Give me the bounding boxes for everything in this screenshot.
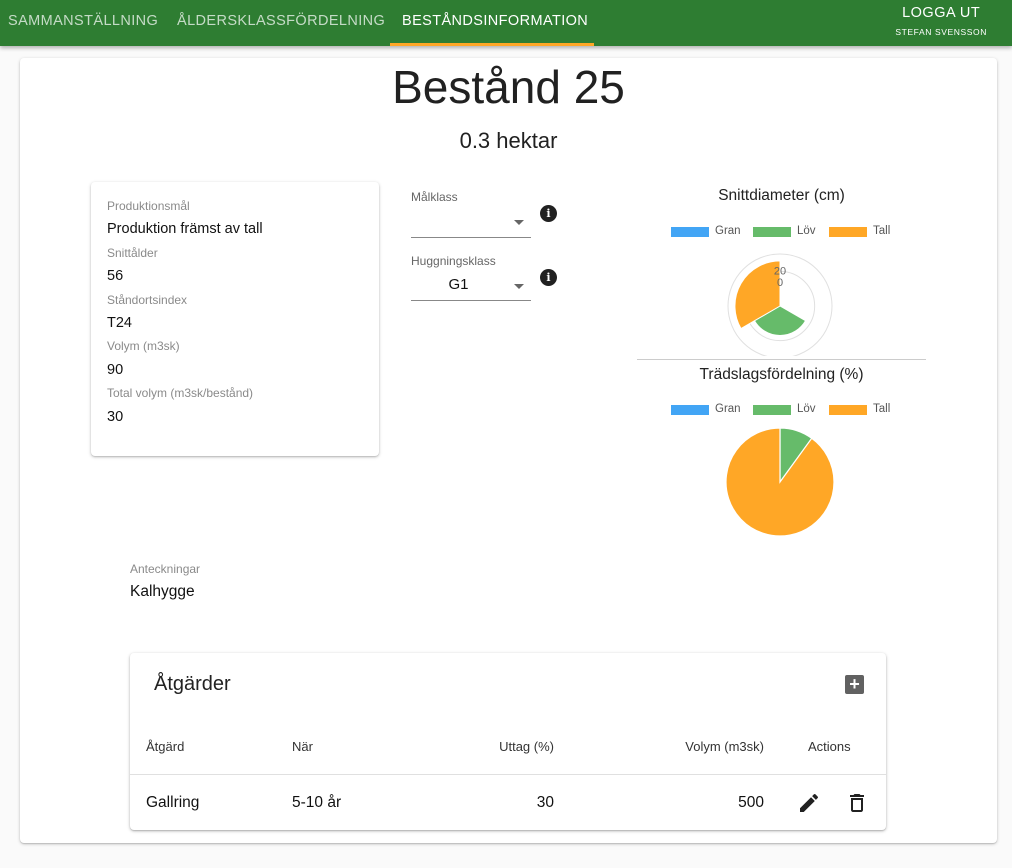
info-label-produktionsmal: Produktionsmål [107,199,190,213]
actions-title: Åtgärder [154,673,231,695]
column-header-atgard: Åtgärd [146,739,185,754]
malklass-underline [411,237,531,238]
info-icon[interactable]: i [540,269,557,286]
column-header-actions: Actions [808,739,851,754]
stand-area: 0.3 hektar [459,128,558,153]
column-header-volym: Volym (m3sk) [685,739,764,754]
stand-card: Bestånd 25 0.3 hektar Produktionsmål Pro… [20,58,997,843]
info-label-snittalder: Snittålder [107,246,158,260]
legend-label-tall: Tall [873,403,891,415]
chart-title-tradslagsfordelning: Trädslagsfördelning (%) [699,366,864,383]
actions-card: Åtgärder + Åtgärd När Uttag (%) Volym (m… [130,653,886,830]
malklass-label: Målklass [411,190,458,204]
polar-tick-label: 20 [774,265,786,277]
active-tab-indicator [390,43,594,46]
header-divider [130,774,886,775]
notes-label: Anteckningar [130,562,201,576]
tab-aldersklassfordelning[interactable]: ÅLDERSKLASSFÖRDELNING [177,0,385,46]
legend-label-gran: Gran [715,403,741,415]
edit-icon[interactable] [797,791,821,815]
logout-label: LOGGA UT [902,5,981,21]
legend-label-lov: Löv [797,225,816,237]
legend-snittdiameter: Gran Löv Tall [671,225,901,241]
legend-swatch-gran [671,405,709,415]
logout-button[interactable]: LOGGA UT STEFAN SVENSSON [895,5,987,37]
notes-value: Kalhygge [130,583,195,600]
cell-volym: 500 [738,794,764,811]
cell-nar: 5-10 år [292,794,342,811]
legend-label-gran: Gran [715,225,741,237]
legend-swatch-tall [829,405,867,415]
info-value-produktionsmal: Produktion främst av tall [107,221,263,237]
add-action-button[interactable]: + [845,675,864,694]
chart-title-snittdiameter: Snittdiameter (cm) [718,187,845,204]
info-value-snittalder: 56 [107,268,124,284]
huggningsklass-value: G1 [448,276,469,293]
cell-atgard: Gallring [146,794,200,811]
legend-tradslagsfordelning: Gran Löv Tall [671,403,901,419]
stand-info-card: Produktionsmål Produktion främst av tall… [91,182,379,456]
pie-slice-tall[interactable] [725,427,835,537]
chart-divider [637,359,926,360]
info-value-volym: 90 [107,362,124,378]
column-header-uttag: Uttag (%) [499,739,554,754]
huggningsklass-underline [411,300,531,301]
info-label-total-volym: Total volym (m3sk/bestånd) [107,386,254,400]
legend-swatch-lov [753,405,791,415]
polar-tick-label: 0 [777,277,783,289]
legend-swatch-gran [671,227,709,237]
tab-bestandsinformation[interactable]: BESTÅNDSINFORMATION [402,0,588,46]
legend-label-lov: Löv [797,403,816,415]
legend-label-tall: Tall [873,225,891,237]
info-value-standortsindex: T24 [107,315,132,331]
chevron-down-icon [514,220,524,225]
plus-icon: + [849,674,860,694]
page-title: Bestånd 25 [392,61,625,113]
info-label-standortsindex: Ståndortsindex [107,293,188,307]
polar-area-chart: 200 [727,253,833,356]
legend-swatch-lov [753,227,791,237]
user-name: STEFAN SVENSSON [895,27,987,37]
pie-chart [725,427,835,537]
huggningsklass-label: Huggningsklass [411,254,496,268]
info-icon[interactable]: i [540,205,557,222]
tab-sammanstallning[interactable]: SAMMANSTÄLLNING [8,0,158,46]
legend-swatch-tall [829,227,867,237]
cell-uttag: 30 [536,794,554,811]
column-header-nar: När [292,739,313,754]
info-value-total-volym: 30 [107,409,124,425]
chevron-down-icon [514,284,524,289]
info-label-volym: Volym (m3sk) [107,339,180,353]
top-app-bar: SAMMANSTÄLLNING ÅLDERSKLASSFÖRDELNING BE… [0,0,1012,46]
delete-icon[interactable] [845,791,869,815]
